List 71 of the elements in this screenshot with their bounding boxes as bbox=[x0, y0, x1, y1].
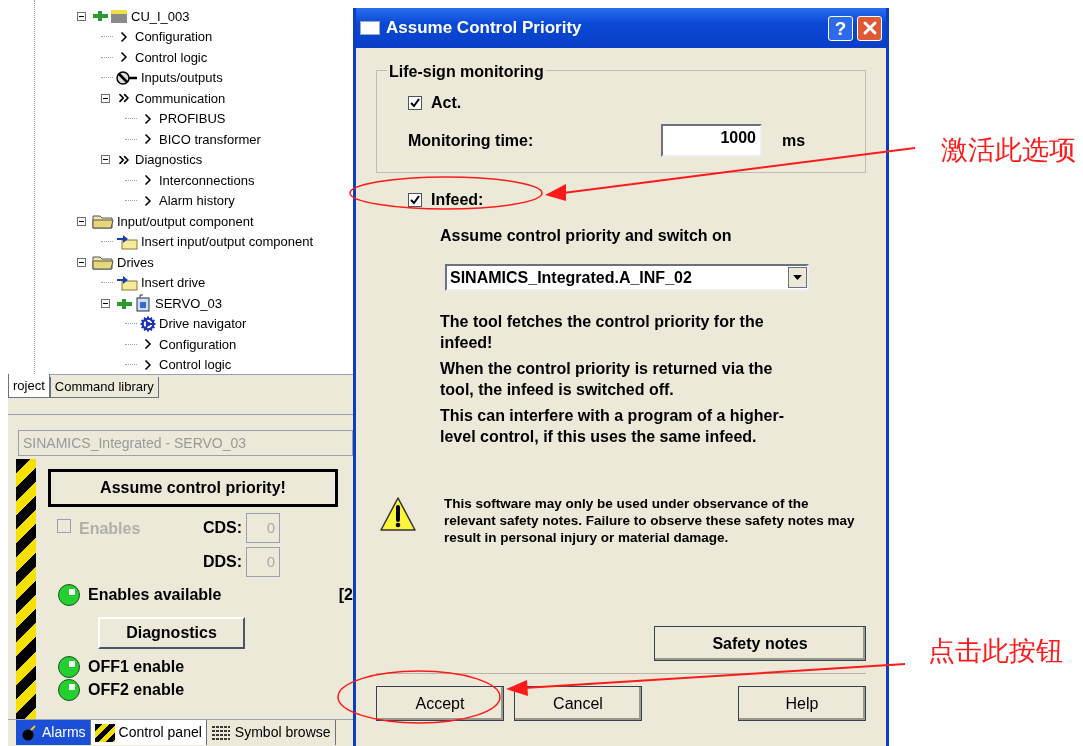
tree-item[interactable]: Insert drive bbox=[141, 273, 206, 293]
tree-item[interactable]: Drives bbox=[117, 252, 154, 272]
explorer-tab[interactable]: Command library bbox=[49, 377, 159, 398]
status-label: Enables available bbox=[88, 585, 222, 605]
tree-item[interactable]: Alarm history bbox=[159, 191, 235, 211]
info-paragraph: This can interfere with a program of a higher-level control, if this uses the same infeed. bbox=[440, 406, 786, 447]
tree-item[interactable]: Control logic bbox=[135, 47, 208, 67]
status-value: [2 bbox=[338, 585, 353, 605]
signal-label: OFF1 enable bbox=[88, 656, 185, 677]
list-icon bbox=[210, 725, 231, 740]
tree-item[interactable]: CU_I_003 bbox=[131, 6, 190, 26]
expander-icon[interactable] bbox=[77, 11, 86, 21]
act-checkbox[interactable] bbox=[408, 96, 422, 110]
panel-tab[interactable]: Alarms bbox=[16, 720, 91, 745]
diagnostics-button[interactable]: Diagnostics bbox=[98, 617, 245, 649]
assume-priority-button[interactable]: Assume control priority! bbox=[48, 469, 338, 507]
tree-item[interactable]: Input/output component bbox=[117, 211, 254, 231]
dataset-label: CDS: bbox=[203, 518, 243, 538]
monitoring-time-label: Monitoring time: bbox=[408, 130, 535, 151]
expander-icon[interactable] bbox=[77, 216, 86, 226]
infeed-checkbox[interactable] bbox=[408, 193, 422, 207]
folder-icon bbox=[92, 254, 114, 270]
explorer-tab[interactable]: roject bbox=[8, 374, 50, 398]
signal-label: OFF2 enable bbox=[88, 679, 185, 700]
insert-icon bbox=[116, 233, 138, 250]
dialog-button[interactable]: Help bbox=[738, 686, 866, 721]
infeed-caption: Assume control priority and switch on bbox=[440, 226, 733, 246]
dialog-button[interactable]: Accept bbox=[376, 686, 504, 721]
expander-icon[interactable] bbox=[77, 257, 86, 267]
folder-icon bbox=[92, 213, 114, 229]
expander-icon[interactable] bbox=[101, 298, 110, 308]
plug-icon bbox=[116, 70, 138, 85]
insert-icon bbox=[116, 274, 138, 291]
monitoring-time-field[interactable]: 1000 bbox=[661, 124, 762, 157]
tree-item[interactable]: Inputs/outputs bbox=[141, 68, 223, 88]
hazard-icon bbox=[94, 723, 115, 742]
panel-tab[interactable]: Control panel bbox=[90, 720, 207, 745]
bomb-icon bbox=[20, 724, 38, 741]
expander-icon[interactable] bbox=[101, 93, 110, 103]
expander-icon[interactable] bbox=[101, 155, 110, 165]
tree-item[interactable]: Interconnections bbox=[159, 170, 255, 190]
tree-item[interactable]: Configuration bbox=[135, 27, 213, 47]
help-button[interactable]: ? bbox=[828, 15, 853, 41]
window-title: Assume Control Priority bbox=[386, 17, 582, 40]
dialog-button[interactable]: Cancel bbox=[514, 686, 642, 721]
tree-item[interactable]: BICO transformer bbox=[159, 129, 261, 149]
tree-item[interactable]: Configuration bbox=[159, 334, 237, 354]
annotation-text: 点击此按钮 bbox=[928, 633, 1064, 668]
act-label: Act. bbox=[431, 93, 462, 113]
tree-item[interactable]: Diagnostics bbox=[135, 150, 203, 170]
infeed-label: Infeed: bbox=[431, 190, 484, 210]
info-paragraph: When the control priority is returned via the tool, the infeed is switched off. bbox=[440, 359, 774, 400]
tree-item[interactable]: PROFIBUS bbox=[159, 109, 226, 129]
gear-icon bbox=[140, 315, 156, 332]
tree-item[interactable]: Insert input/output component bbox=[141, 232, 313, 252]
tree-item[interactable]: SERVO_03 bbox=[155, 293, 222, 313]
safety-notes-button[interactable]: Safety notes bbox=[654, 626, 866, 661]
unit-label: ms bbox=[782, 130, 806, 151]
close-button[interactable] bbox=[857, 15, 882, 41]
tree-item[interactable]: Control logic bbox=[159, 355, 232, 374]
tree-item[interactable]: Drive navigator bbox=[159, 314, 247, 334]
info-paragraph: The tool fetches the control priority for the infeed! bbox=[440, 312, 765, 353]
window-icon bbox=[360, 21, 380, 35]
dataset-label: DDS: bbox=[203, 552, 243, 572]
unit-icon bbox=[92, 8, 128, 25]
safety-warning: This software may only be used under observance of the relevant safety notes. Failure to observe these safety notes may result in personal injury or material damage. bbox=[444, 495, 856, 546]
annotation-text: 激活此选项 bbox=[941, 133, 1077, 167]
tree-item[interactable]: Communication bbox=[135, 88, 226, 108]
enables-label: Enables bbox=[79, 519, 141, 539]
infeed-dropdown[interactable]: SINAMICS_Integrated.A_INF_02 bbox=[445, 264, 809, 291]
drive-icon bbox=[116, 294, 152, 313]
